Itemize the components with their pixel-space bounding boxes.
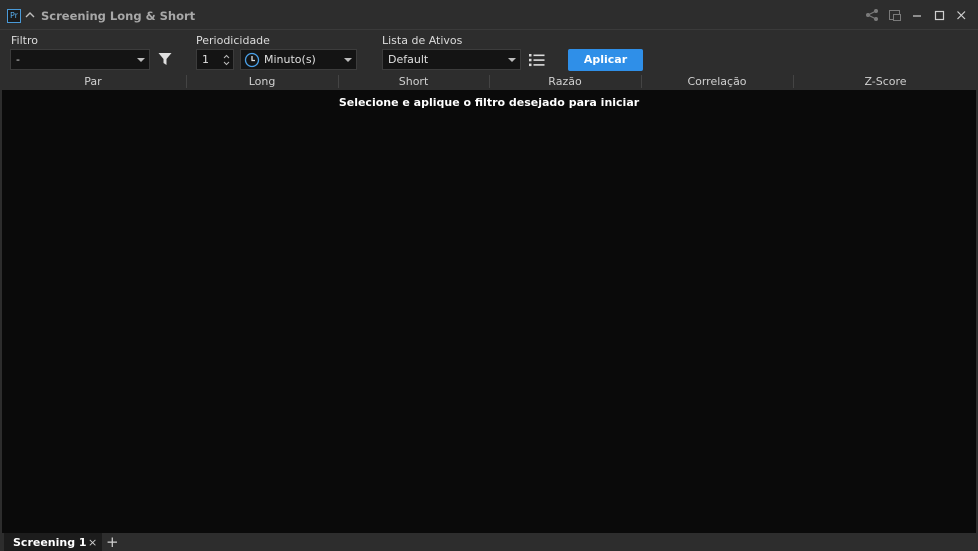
popout-icon[interactable] <box>887 7 903 23</box>
empty-state-message: Selecione e aplique o filtro desejado pa… <box>338 96 640 109</box>
period-label: Periodicidade <box>196 34 270 47</box>
list-icon[interactable] <box>528 52 545 68</box>
period-stepper[interactable]: 1 <box>196 49 234 70</box>
tab-label: Screening 1 <box>13 536 87 549</box>
asset-list-select[interactable]: Default <box>382 49 521 70</box>
asset-list-value: Default <box>388 53 429 66</box>
funnel-icon[interactable] <box>157 51 173 67</box>
column-header-par[interactable]: Par <box>0 73 186 90</box>
minimize-icon[interactable] <box>909 7 925 23</box>
chevron-down-icon <box>508 58 516 62</box>
results-area: Selecione e aplique o filtro desejado pa… <box>2 90 976 533</box>
tab-bar: Screening 1 × + <box>0 533 978 551</box>
apply-button[interactable]: Aplicar <box>568 49 643 71</box>
tab-screening-1[interactable]: Screening 1 × <box>4 533 102 551</box>
title-bar: Pr Screening Long & Short <box>0 0 978 30</box>
screening-window: Pr Screening Long & Short Filtro - Perio… <box>0 0 978 551</box>
stepper-arrows-icon[interactable] <box>223 53 230 67</box>
filter-label: Filtro <box>11 34 38 47</box>
window-title: Screening Long & Short <box>41 9 196 23</box>
column-header-correlacao[interactable]: Correlação <box>641 73 793 90</box>
tab-close-icon[interactable]: × <box>88 536 97 549</box>
chevron-down-icon <box>137 58 145 62</box>
column-header-zscore[interactable]: Z-Score <box>793 73 978 90</box>
period-stepper-value: 1 <box>202 53 209 66</box>
column-header-short[interactable]: Short <box>338 73 489 90</box>
period-unit-value: Minuto(s) <box>264 53 316 66</box>
share-icon[interactable] <box>864 7 880 23</box>
add-tab-icon[interactable]: + <box>106 533 119 551</box>
close-icon[interactable] <box>953 7 969 23</box>
clock-icon <box>244 52 260 68</box>
chevron-down-icon <box>344 58 352 62</box>
asset-list-label: Lista de Ativos <box>382 34 463 47</box>
column-header-razao[interactable]: Razão <box>489 73 641 90</box>
filter-select[interactable]: - <box>10 49 150 70</box>
app-badge: Pr <box>7 9 21 23</box>
column-header-long[interactable]: Long <box>186 73 338 90</box>
maximize-icon[interactable] <box>931 7 947 23</box>
filter-select-value: - <box>16 53 20 66</box>
period-unit-select[interactable]: Minuto(s) <box>240 49 357 70</box>
collapse-chevron-icon[interactable] <box>24 8 36 22</box>
table-header: Par Long Short Razão Correlação Z-Score <box>0 73 978 90</box>
